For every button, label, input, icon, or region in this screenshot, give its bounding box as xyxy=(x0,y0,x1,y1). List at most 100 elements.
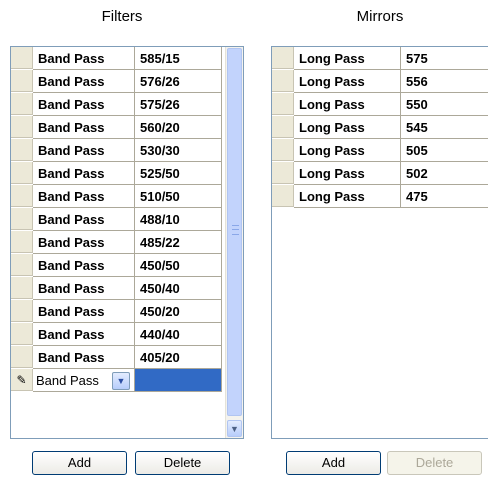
value-cell[interactable]: 585/15 xyxy=(135,47,222,70)
value-cell[interactable]: 575 xyxy=(401,47,488,70)
scroll-down-arrow-icon[interactable]: ▼ xyxy=(227,420,242,437)
mirror-row[interactable]: Long Pass 502 xyxy=(272,162,488,185)
value-cell[interactable]: 556 xyxy=(401,70,488,93)
value-cell[interactable]: 485/22 xyxy=(135,231,222,254)
row-header[interactable] xyxy=(11,47,33,69)
filter-type-value: Band Pass xyxy=(36,372,99,388)
mirror-row[interactable]: Long Pass 505 xyxy=(272,139,488,162)
value-cell[interactable]: 502 xyxy=(401,162,488,185)
value-cell[interactable]: 505 xyxy=(401,139,488,162)
type-cell[interactable]: Band Pass xyxy=(33,208,135,231)
value-cell[interactable]: 440/40 xyxy=(135,323,222,346)
filter-row[interactable]: Band Pass 575/26 xyxy=(11,93,222,116)
row-header[interactable] xyxy=(272,162,294,184)
row-header[interactable] xyxy=(11,116,33,138)
row-header[interactable] xyxy=(272,185,294,207)
filter-row[interactable]: Band Pass 585/15 xyxy=(11,47,222,70)
type-cell[interactable]: Long Pass xyxy=(294,93,401,116)
value-cell[interactable]: 510/50 xyxy=(135,185,222,208)
type-cell[interactable]: Band Pass xyxy=(33,300,135,323)
type-cell[interactable]: Band Pass xyxy=(33,185,135,208)
filter-type-dropdown[interactable]: Band Pass ▼ xyxy=(33,369,135,392)
filter-value-input[interactable] xyxy=(135,369,222,392)
type-cell[interactable]: Long Pass xyxy=(294,116,401,139)
chevron-down-icon[interactable]: ▼ xyxy=(112,372,130,390)
row-header[interactable] xyxy=(11,346,33,368)
value-cell[interactable]: 576/26 xyxy=(135,70,222,93)
filter-row[interactable]: Band Pass 485/22 xyxy=(11,231,222,254)
row-header[interactable] xyxy=(11,231,33,253)
value-cell[interactable]: 560/20 xyxy=(135,116,222,139)
row-header[interactable] xyxy=(272,47,294,69)
filter-row[interactable]: Band Pass 510/50 xyxy=(11,185,222,208)
mirrors-grid[interactable]: Long Pass 575 Long Pass 556 Long Pass 550 Long… xyxy=(271,46,488,439)
value-cell[interactable]: 530/30 xyxy=(135,139,222,162)
row-header[interactable] xyxy=(272,139,294,161)
grip-icon xyxy=(232,225,239,235)
mirrors-title: Mirrors xyxy=(356,8,404,25)
mirrors-delete-button[interactable]: Delete xyxy=(387,451,482,475)
type-cell[interactable]: Band Pass xyxy=(33,162,135,185)
value-cell[interactable]: 405/20 xyxy=(135,346,222,369)
filter-row[interactable]: Band Pass 440/40 xyxy=(11,323,222,346)
value-cell[interactable]: 575/26 xyxy=(135,93,222,116)
type-cell[interactable]: Band Pass xyxy=(33,277,135,300)
value-cell[interactable]: 475 xyxy=(401,185,488,208)
mirror-row[interactable]: Long Pass 575 xyxy=(272,47,488,70)
filters-delete-button[interactable]: Delete xyxy=(135,451,230,475)
value-cell[interactable]: 550 xyxy=(401,93,488,116)
type-cell[interactable]: Long Pass xyxy=(294,47,401,70)
row-header[interactable] xyxy=(11,323,33,345)
row-header[interactable] xyxy=(11,277,33,299)
value-cell[interactable]: 525/50 xyxy=(135,162,222,185)
mirror-row[interactable]: Long Pass 545 xyxy=(272,116,488,139)
filter-row[interactable]: Band Pass 450/40 xyxy=(11,277,222,300)
row-header[interactable] xyxy=(272,116,294,138)
row-header[interactable] xyxy=(11,185,33,207)
filter-row[interactable]: Band Pass 405/20 xyxy=(11,346,222,369)
filter-row[interactable]: Band Pass 488/10 xyxy=(11,208,222,231)
mirror-row[interactable]: Long Pass 475 xyxy=(272,185,488,208)
mirrors-add-button[interactable]: Add xyxy=(286,451,381,475)
row-header[interactable] xyxy=(272,93,294,115)
mirror-row[interactable]: Long Pass 550 xyxy=(272,93,488,116)
type-cell[interactable]: Band Pass xyxy=(33,70,135,93)
row-header[interactable] xyxy=(11,162,33,184)
type-cell[interactable]: Band Pass xyxy=(33,346,135,369)
type-cell[interactable]: Band Pass xyxy=(33,116,135,139)
filter-row[interactable]: Band Pass 560/20 xyxy=(11,116,222,139)
filters-scrollbar[interactable]: ▼ xyxy=(225,47,243,438)
type-cell[interactable]: Band Pass xyxy=(33,254,135,277)
row-header[interactable] xyxy=(11,300,33,322)
filter-row[interactable]: Band Pass 450/20 xyxy=(11,300,222,323)
type-cell[interactable]: Band Pass xyxy=(33,323,135,346)
row-header[interactable] xyxy=(272,70,294,92)
filter-row[interactable]: Band Pass 450/50 xyxy=(11,254,222,277)
row-header[interactable] xyxy=(11,208,33,230)
row-header[interactable] xyxy=(11,139,33,161)
type-cell[interactable]: Band Pass xyxy=(33,231,135,254)
type-cell[interactable]: Long Pass xyxy=(294,139,401,162)
row-header[interactable] xyxy=(11,254,33,276)
mirror-row[interactable]: Long Pass 556 xyxy=(272,70,488,93)
value-cell[interactable]: 450/40 xyxy=(135,277,222,300)
filters-edit-row[interactable]: ✎ Band Pass ▼ xyxy=(11,369,222,392)
value-cell[interactable]: 488/10 xyxy=(135,208,222,231)
value-cell[interactable]: 450/50 xyxy=(135,254,222,277)
scrollbar-thumb[interactable] xyxy=(227,48,242,416)
type-cell[interactable]: Band Pass xyxy=(33,93,135,116)
type-cell[interactable]: Long Pass xyxy=(294,70,401,93)
filters-grid[interactable]: Band Pass 585/15 Band Pass 576/26 Band Pass 5… xyxy=(10,46,244,439)
filter-row[interactable]: Band Pass 525/50 xyxy=(11,162,222,185)
filter-row[interactable]: Band Pass 576/26 xyxy=(11,70,222,93)
filter-row[interactable]: Band Pass 530/30 xyxy=(11,139,222,162)
type-cell[interactable]: Long Pass xyxy=(294,162,401,185)
filters-add-button[interactable]: Add xyxy=(32,451,127,475)
row-header[interactable] xyxy=(11,70,33,92)
value-cell[interactable]: 450/20 xyxy=(135,300,222,323)
type-cell[interactable]: Band Pass xyxy=(33,47,135,70)
type-cell[interactable]: Band Pass xyxy=(33,139,135,162)
type-cell[interactable]: Long Pass xyxy=(294,185,401,208)
value-cell[interactable]: 545 xyxy=(401,116,488,139)
row-header[interactable] xyxy=(11,93,33,115)
